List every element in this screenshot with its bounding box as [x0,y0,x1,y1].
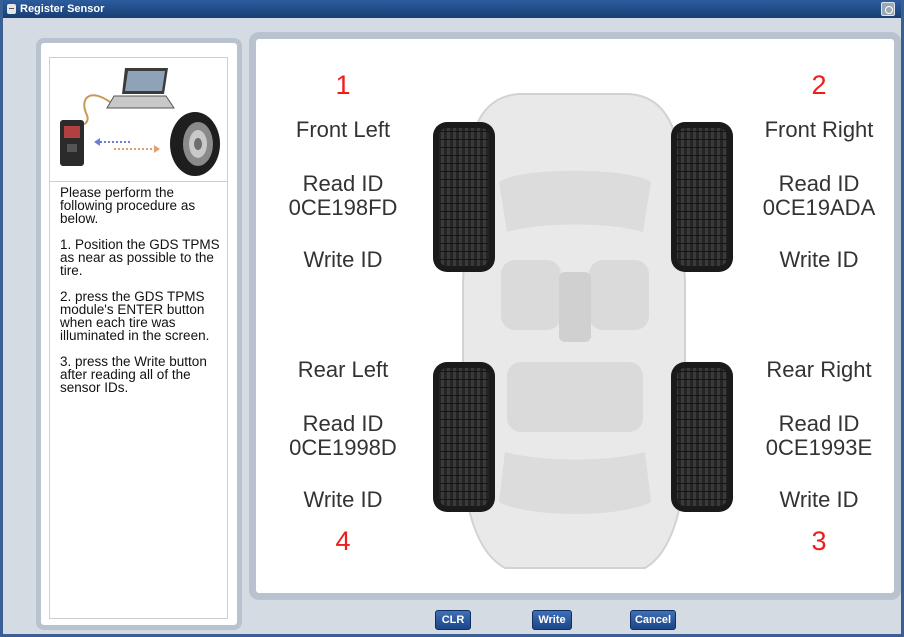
front-right-read-label: Read ID [778,171,860,196]
tire-rear-left [433,362,495,512]
register-sensor-window: Register Sensor Please perform the follo… [0,0,904,637]
instruction-panel: Please perform the following procedure a… [36,38,242,630]
instruction-text: Please perform the following procedure a… [60,186,225,407]
seat-rear [507,362,643,432]
tpms-device-tire-icon [60,68,220,176]
center-console [559,272,591,342]
cancel-button[interactable]: Cancel [630,610,676,630]
rear-right-read-label: Read ID [778,411,860,436]
title-bar: Register Sensor [3,0,901,18]
tire-number-rear-right: 3 [811,526,827,556]
tpms-illustration [50,58,227,182]
tire-number-front-left: 1 [335,70,351,100]
seat-front-left [501,260,561,330]
rear-right-write-label: Write ID [779,487,859,512]
close-icon[interactable] [881,2,895,16]
front-right-write-label: Write ID [779,247,859,272]
tire-front-right [671,122,733,272]
rear-right-read-value: 0CE1993E [765,435,873,460]
front-right-label: Front Right [764,117,874,142]
instruction-frame: Please perform the following procedure a… [49,57,228,619]
rear-window [499,452,651,514]
rear-left-write-label: Write ID [303,487,383,512]
instruction-step-2: 2. press the GDS TPMS module's ENTER but… [60,289,210,343]
rear-right-label: Rear Right [766,357,872,382]
front-left-write-label: Write ID [303,247,383,272]
instruction-step-1: 1. Position the GDS TPMS as near as poss… [60,237,220,278]
instruction-step-3: 3. press the Write button after reading … [60,354,207,395]
write-button[interactable]: Write [532,610,572,630]
tire-rear-right [671,362,733,512]
windshield [499,170,651,232]
front-left-read-value: 0CE198FD [288,195,398,220]
app-icon [7,4,16,14]
rear-left-label: Rear Left [297,357,389,382]
tire-number-front-right: 2 [811,70,827,100]
rear-left-read-label: Read ID [302,411,384,436]
front-left-label: Front Left [295,117,391,142]
instruction-intro: Please perform the following procedure a… [60,185,196,226]
clr-button[interactable]: CLR [435,610,471,630]
front-left-read-label: Read ID [302,171,384,196]
seat-front-right [589,260,649,330]
tire-front-left [433,122,495,272]
front-right-read-value: 0CE19ADA [762,195,876,220]
tire-number-rear-left: 4 [335,526,351,556]
rear-left-read-value: 0CE1998D [289,435,397,460]
window-title: Register Sensor [20,3,105,15]
